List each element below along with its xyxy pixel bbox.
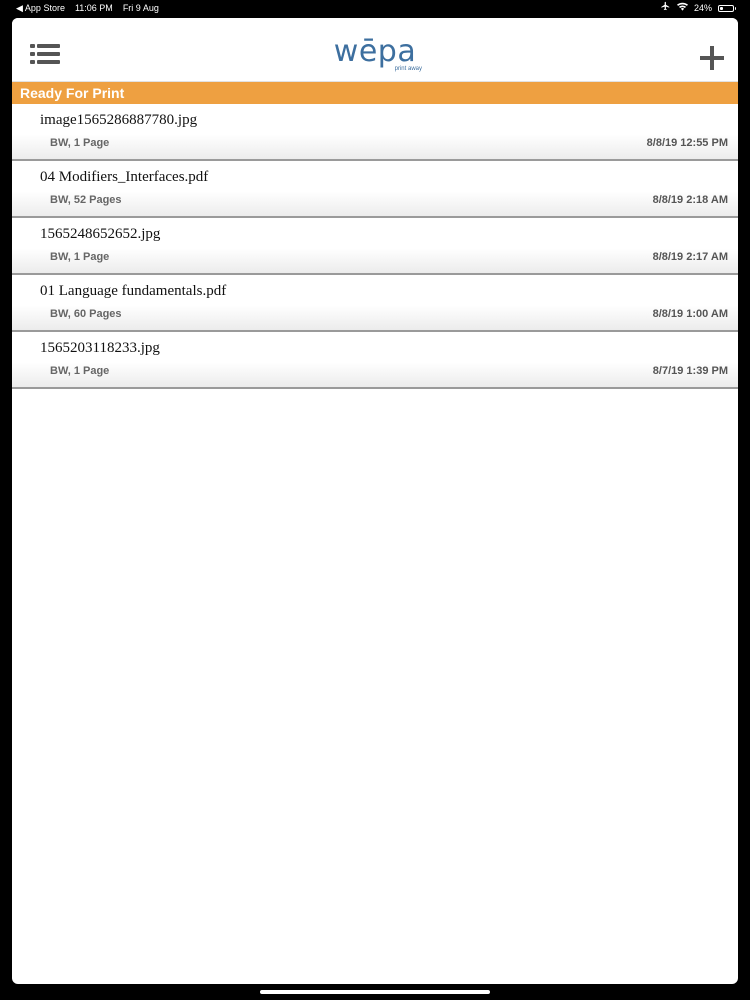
app-screen: wēpa print away Ready For Print image156… [12, 18, 738, 984]
list-menu-icon[interactable] [30, 44, 60, 64]
file-list-item[interactable]: 1565203118233.jpg BW, 1 Page 8/7/19 1:39 P… [12, 332, 738, 389]
file-details: BW, 1 Page [50, 365, 110, 377]
file-list-item[interactable]: 04 Modifiers_Interfaces.pdf BW, 52 Pages 8… [12, 161, 738, 218]
battery-level-fill [720, 6, 723, 10]
back-to-app-store-link[interactable]: ◀ App Store [16, 0, 65, 16]
add-file-button[interactable] [700, 46, 724, 70]
file-name: 1565203118233.jpg [40, 340, 160, 356]
file-name: 01 Language fundamentals.pdf [40, 283, 227, 299]
plus-icon [700, 46, 724, 70]
file-date: 8/8/19 2:17 AM [652, 251, 728, 263]
logo-wordmark: wēpa [333, 34, 417, 69]
wepa-logo: wēpa print away [324, 36, 426, 76]
file-date: 8/8/19 1:00 AM [652, 308, 728, 320]
logo-tagline: print away [394, 66, 422, 72]
status-time: 11:06 PM [74, 3, 113, 13]
file-name: 04 Modifiers_Interfaces.pdf [40, 169, 209, 185]
file-date: 8/8/19 12:55 PM [646, 137, 728, 149]
navigation-bar: wēpa print away [12, 18, 738, 82]
file-name: image1565286887780.jpg [40, 112, 198, 128]
file-details: BW, 52 Pages [50, 194, 122, 206]
file-details: BW, 1 Page [50, 137, 110, 149]
file-date: 8/7/19 1:39 PM [652, 365, 728, 377]
wifi-icon [676, 0, 688, 16]
status-date: Fri 9 Aug [122, 3, 159, 13]
status-bar: ◀ App Store 11:06 PM Fri 9 Aug 24% [0, 0, 750, 16]
file-list-item[interactable]: image1565286887780.jpg BW, 1 Page 8/8/19 1… [12, 104, 738, 161]
airplane-icon [660, 0, 671, 16]
battery-percent: 24% [693, 3, 712, 13]
file-list-item[interactable]: 01 Language fundamentals.pdf BW, 60 Pages… [12, 275, 738, 332]
section-header-ready-for-print: Ready For Print [12, 82, 738, 104]
home-indicator[interactable] [260, 990, 490, 994]
file-name: 1565248652652.jpg [40, 226, 161, 242]
file-date: 8/8/19 2:18 AM [652, 194, 728, 206]
file-details: BW, 1 Page [50, 251, 110, 263]
file-details: BW, 60 Pages [50, 308, 122, 320]
file-list: image1565286887780.jpg BW, 1 Page 8/8/19 1… [12, 104, 738, 389]
file-list-item[interactable]: 1565248652652.jpg BW, 1 Page 8/8/19 2:17 A… [12, 218, 738, 275]
battery-icon [718, 4, 736, 12]
